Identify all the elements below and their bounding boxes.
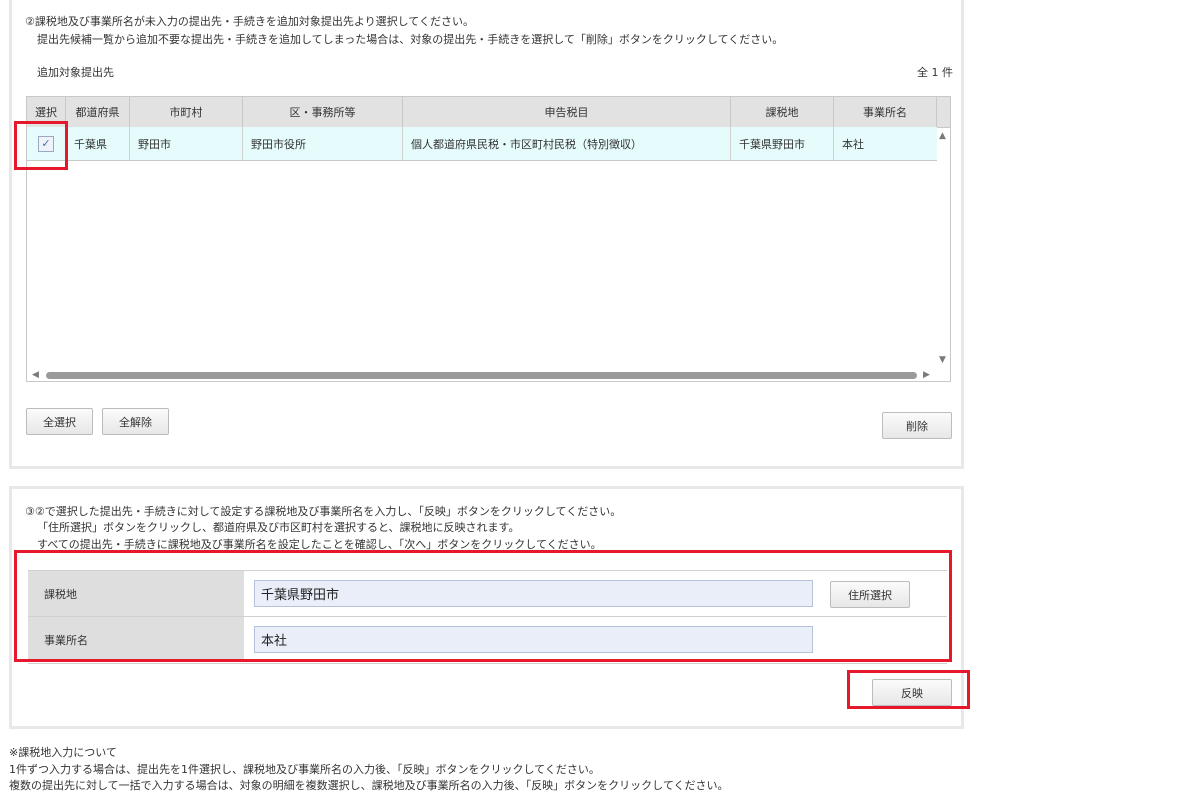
target-submission-panel: ②課税地及び事業所名が未入力の提出先・手続きを追加対象提出先より選択してください… [9,0,964,469]
scroll-right-icon[interactable]: ▶ [923,371,930,380]
column-header-tax-item[interactable]: 申告税目 [403,97,731,127]
tax-place-input-panel: ③②で選択した提出先・手続きに対して設定する課税地及び事業所名を入力し、「反映」… [9,486,964,729]
tax-place-form: 課税地 事業所名 住所選択 [28,570,947,664]
scroll-left-icon[interactable]: ◀ [32,371,39,380]
section-label: 追加対象提出先 [37,66,114,79]
deselect-all-button[interactable]: 全解除 [102,408,169,435]
scroll-up-icon[interactable]: ▲ [939,132,946,141]
address-select-button[interactable]: 住所選択 [830,581,910,608]
column-header-office[interactable]: 区・事務所等 [243,97,403,127]
row-select-cell[interactable]: ✓ [27,127,66,160]
row-checkbox[interactable]: ✓ [38,135,54,152]
office-name-input[interactable] [254,626,813,653]
column-header-prefecture[interactable]: 都道府県 [66,97,130,127]
tax-place-label: 課税地 [28,571,244,616]
cell-tax-place: 千葉県野田市 [731,127,834,160]
horizontal-scrollbar-thumb[interactable] [46,372,917,379]
note-single: 1件ずつ入力する場合は、提出先を1件選択し、課税地及び事業所名の入力後、「反映」… [9,763,600,776]
note-bulk: 複数の提出先に対して一括で入力する場合は、対象の明細を複数選択し、課税地及び事業… [9,779,729,792]
scroll-down-icon[interactable]: ▼ [939,356,946,365]
column-header-select[interactable]: 選択 [27,97,66,127]
tax-place-input[interactable] [254,580,813,607]
column-header-office-name[interactable]: 事業所名 [834,97,937,127]
cell-office-name: 本社 [842,137,864,151]
cell-tax-item: 個人都道府県民税・市区町村民税（特別徴収） [403,127,731,160]
table-row[interactable]: ✓ 千葉県 野田市 野田市役所 個人都道府県民税・市区町村民税（特別徴収） 千葉… [27,127,937,161]
instruction-delete-hint: 提出先候補一覧から追加不要な提出先・手続きを追加してしまった場合は、対象の提出先… [37,33,784,46]
select-all-button[interactable]: 全選択 [26,408,93,435]
office-name-label: 事業所名 [28,617,244,662]
column-header-city[interactable]: 市町村 [130,97,243,127]
instruction-next-hint: すべての提出先・手続きに課税地及び事業所名を設定したことを確認し、「次へ」ボタン… [37,538,602,551]
cell-office: 野田市役所 [243,127,403,160]
column-header-tax-place[interactable]: 課税地 [731,97,834,127]
instruction-address-hint: 「住所選択」ボタンをクリックし、都道府県及び市区町村を選択すると、課税地に反映さ… [37,521,520,534]
table-header: 選択 都道府県 市町村 区・事務所等 申告税目 課税地 事業所名 [27,97,937,128]
check-icon: ✓ [41,137,51,150]
instruction-step2: ②課税地及び事業所名が未入力の提出先・手続きを追加対象提出先より選択してください… [25,15,474,28]
record-count: 全 1 件 [917,66,953,79]
apply-button[interactable]: 反映 [872,679,952,706]
cell-prefecture: 千葉県 [66,127,130,160]
target-table: 選択 都道府県 市町村 区・事務所等 申告税目 課税地 事業所名 ✓ 千葉県 野… [26,96,951,382]
scrollbar-corner [937,97,950,128]
note-heading: ※課税地入力について [9,746,117,759]
instruction-step3: ③②で選択した提出先・手続きに対して設定する課税地及び事業所名を入力し、「反映」… [25,505,622,518]
cell-city: 野田市 [130,127,243,160]
delete-button[interactable]: 削除 [882,412,952,439]
